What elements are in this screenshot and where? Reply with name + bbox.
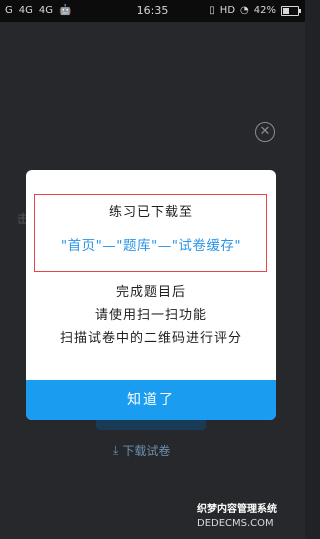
dialog-line-downloaded-to: 练习已下载至	[108, 205, 193, 220]
watermark-line2: DEDECMS.COM	[197, 518, 274, 529]
dialog-line-scan-qr: 扫描试卷中的二维码进行评分	[59, 331, 242, 346]
status-bar: G 4G 4G 🤖 16:35 ▯ HD ◔ 42%	[0, 0, 305, 22]
watermark: 织梦内容管理系统 DEDECMS.COM	[197, 503, 277, 531]
close-circle-icon[interactable]: ✕	[255, 122, 275, 142]
got-it-button[interactable]: 知道了	[26, 380, 276, 420]
wifi-icon: ◔	[240, 5, 249, 16]
download-complete-dialog: 练习已下载至 "首页"—"题库"—"试卷缓存" 完成题目后 请使用扫一扫功能 扫…	[26, 170, 276, 420]
battery-text: 42%	[253, 5, 276, 16]
nfc-icon: ▯	[209, 5, 215, 16]
hd-label: HD	[219, 5, 236, 16]
watermark-line1: 织梦内容管理系统	[197, 504, 277, 515]
download-icon: ⤓	[113, 443, 119, 457]
battery-icon	[281, 5, 301, 16]
download-label: 下载试卷	[122, 444, 171, 458]
dialog-path: "首页"—"题库"—"试卷缓存"	[60, 238, 242, 254]
status-right: ▯ HD ◔ 42%	[209, 5, 301, 16]
dialog-line-after-finish: 完成题目后	[115, 285, 186, 300]
dialog-line-use-scan: 请使用扫一扫功能	[94, 308, 207, 323]
background-download: ⤓ 下载试卷	[113, 442, 170, 459]
